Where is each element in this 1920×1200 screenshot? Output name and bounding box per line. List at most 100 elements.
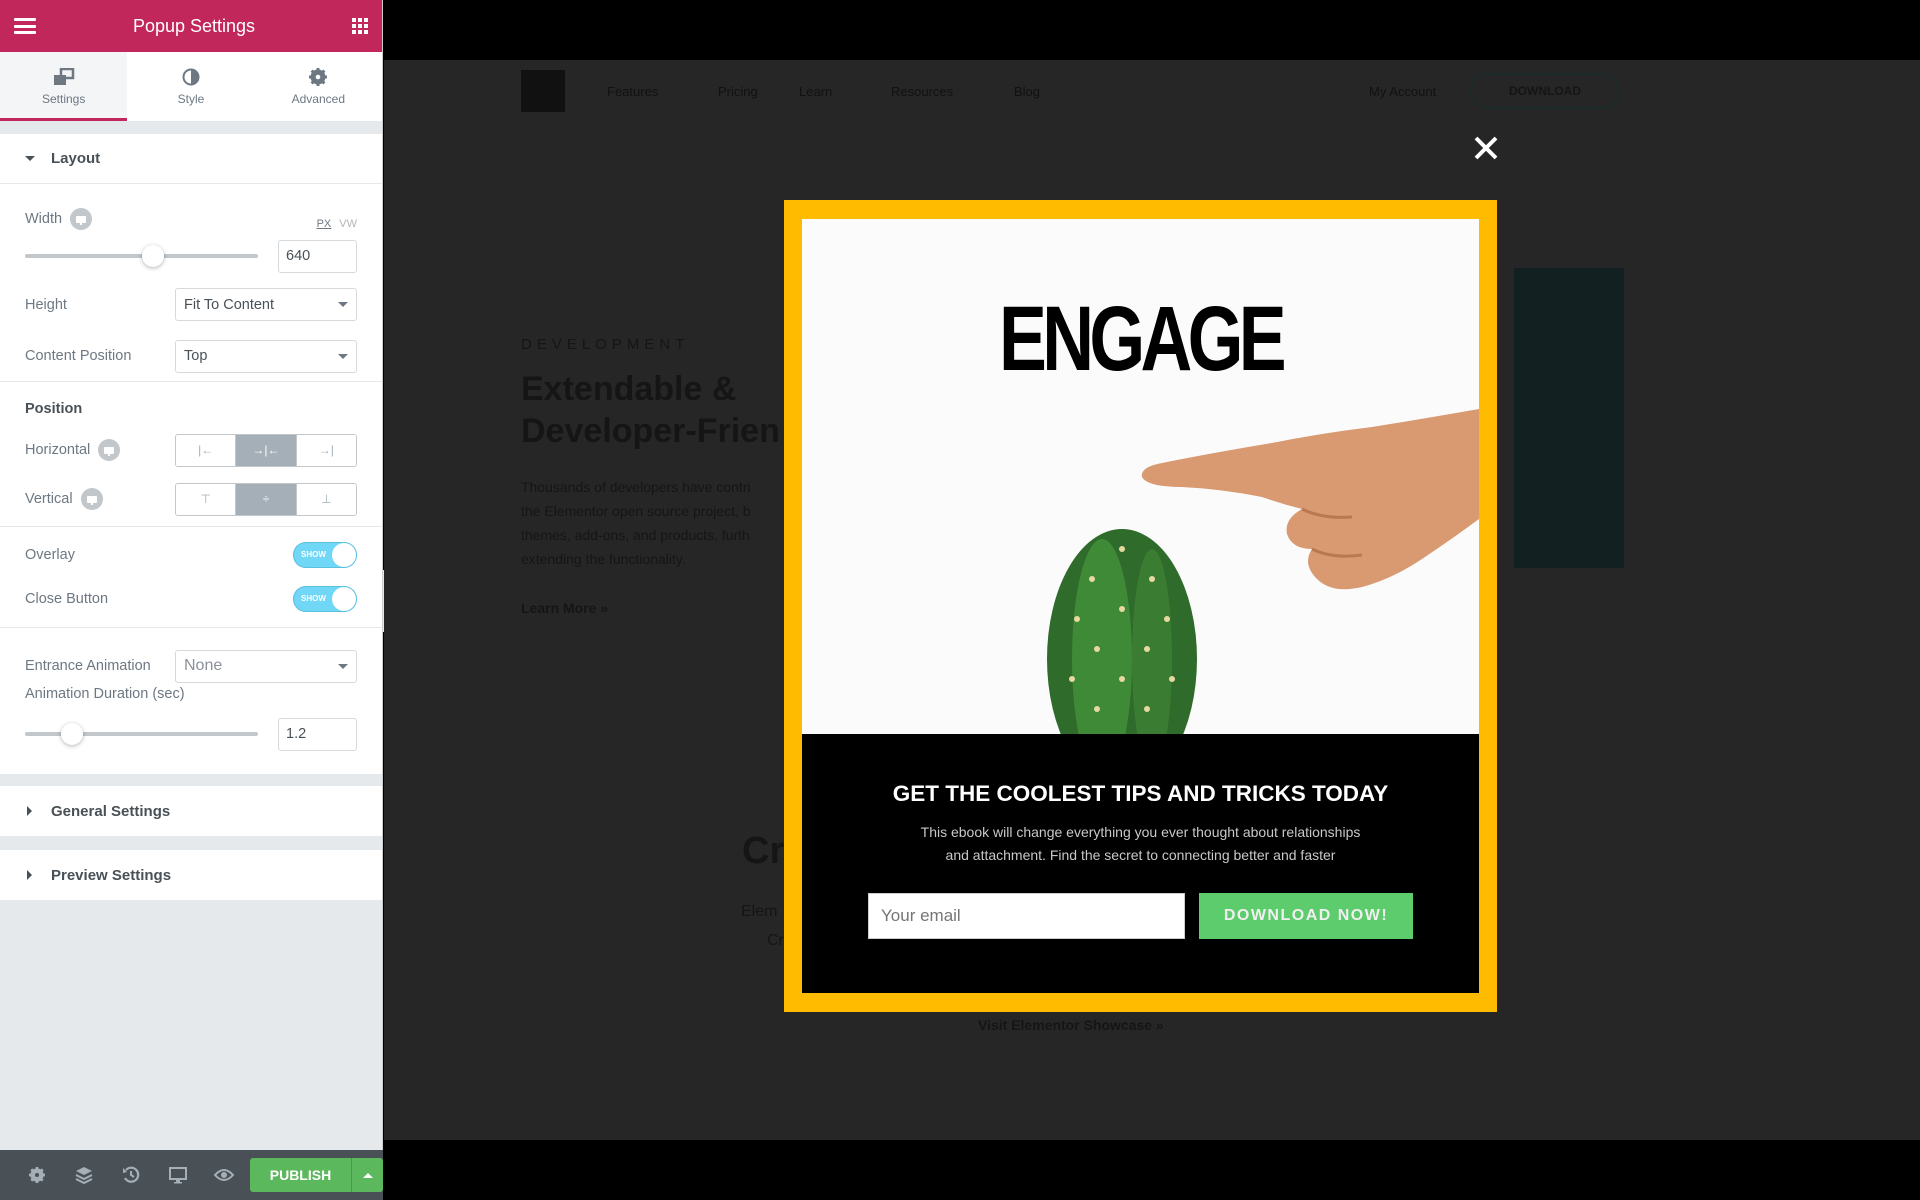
tab-advanced[interactable]: Advanced [255,52,382,121]
overlay-control: Overlay SHOW [0,531,382,579]
email-input[interactable] [868,893,1185,939]
nav-features[interactable]: Features [607,84,658,99]
body-line: the Elementor open source project, b [521,503,751,519]
animation-duration-slider-handle[interactable] [60,723,83,745]
height-control: Height Fit To Content [0,278,382,331]
general-settings-toggle[interactable]: General Settings [0,786,382,836]
history-button[interactable] [108,1166,155,1184]
eyebrow-text: DEVELOPMENT [521,336,690,353]
overlay-label: Overlay [25,547,75,563]
align-right-button[interactable]: →| [296,434,356,466]
unit-vw[interactable]: VW [339,218,357,230]
animation-duration-label: Animation Duration (sec) [25,686,185,702]
close-button-control: Close Button SHOW [0,579,382,619]
align-top-button[interactable]: ⊤ [176,483,237,515]
preview-settings-toggle[interactable]: Preview Settings [0,850,382,900]
section-text-1: Elem [741,903,778,920]
popup-content: ENGAGE GET THE COOLEST TIPS AND TRICKS T… [802,219,1479,993]
nav-blog[interactable]: Blog [1014,84,1040,99]
section-text-2: Cr [767,932,784,949]
learn-more-link[interactable]: Learn More » [521,600,608,616]
panel-tabs: Settings Style Advanced [0,52,382,122]
general-settings-heading: General Settings [51,802,171,820]
close-button-toggle-state: SHOW [301,594,326,603]
nav-my-account[interactable]: My Account [1369,84,1436,99]
entrance-animation-value: None [184,657,223,674]
popup-image: ENGAGE [802,219,1479,734]
panel-title: Popup Settings [132,15,256,36]
history-icon [122,1166,140,1183]
popup-body: GET THE COOLEST TIPS AND TRICKS TODAY Th… [802,734,1479,993]
publish-button[interactable]: PUBLISH [249,1158,352,1192]
panel-footer: PUBLISH [0,1150,384,1200]
publish-options-button[interactable] [351,1158,384,1192]
height-select[interactable]: Fit To Content [175,288,357,321]
close-button-toggle[interactable]: SHOW [293,586,357,612]
headline-line-1: Extendable & [521,370,737,408]
caret-up-icon [362,1172,373,1178]
width-input[interactable] [278,239,357,273]
download-now-button[interactable]: DOWNLOAD NOW! [1199,893,1413,939]
animation-duration-input[interactable] [278,717,357,751]
caret-right-icon [27,870,32,880]
layout-heading: Layout [51,150,101,167]
hamburger-menu-icon[interactable] [14,18,36,34]
headline-line-2: Developer-Frien [521,412,780,450]
settings-panel: Popup Settings Settings Style Advanced L… [0,0,384,1200]
section-heading: Cr [742,830,785,872]
tab-advanced-label: Advanced [291,91,345,106]
nav-resources[interactable]: Resources [891,84,953,99]
showcase-link[interactable]: Visit Elementor Showcase » [978,1017,1164,1033]
entrance-animation-select[interactable]: None [175,649,357,683]
popup-close-icon[interactable] [1466,128,1506,168]
widgets-grid-icon[interactable] [352,18,368,34]
popup-image-title: ENGAGE [999,288,1287,390]
panel-header: Popup Settings [0,0,382,52]
animation-duration-control: Animation Duration (sec) [0,686,382,774]
align-center-button[interactable]: →|← [236,434,297,466]
layout-section-toggle[interactable]: Layout [0,134,382,184]
body-line: Thousands of developers have contri [521,479,751,495]
content-position-control: Content Position Top [0,331,382,381]
responsive-mode-button[interactable] [154,1166,201,1184]
preview-settings-section: Preview Settings [0,850,382,900]
width-slider[interactable] [25,245,258,267]
unit-px[interactable]: PX [317,218,332,230]
animation-duration-slider[interactable] [25,723,258,745]
popup-description-line: This ebook will change everything you ev… [920,824,1361,840]
tab-style[interactable]: Style [127,52,254,121]
align-left-button[interactable]: |← [176,434,237,466]
popup: ENGAGE GET THE COOLEST TIPS AND TRICKS T… [784,200,1497,1012]
width-slider-handle[interactable] [142,245,165,267]
half-circle-icon [182,68,200,85]
nav-learn[interactable]: Learn [799,84,832,99]
vertical-choices: ⊤ ÷ ⊥ [175,482,357,516]
overlay-toggle[interactable]: SHOW [293,542,357,568]
preview-settings-heading: Preview Settings [51,866,172,884]
align-middle-button[interactable]: ÷ [236,483,297,515]
site-logo[interactable] [521,70,565,112]
nav-download-button[interactable]: DOWNLOAD [1470,73,1620,109]
horizontal-label: Horizontal [25,442,91,458]
caret-down-icon [25,156,35,161]
popup-description-line: and attachment. Find the secret to conne… [945,847,1336,863]
close-button-label: Close Button [25,591,109,607]
dropdown-arrow-icon [338,663,348,669]
responsive-desktop-icon[interactable] [70,208,93,230]
divider [0,526,382,527]
content-position-select[interactable]: Top [175,339,357,373]
tab-settings[interactable]: Settings [0,52,128,121]
responsive-desktop-icon[interactable] [98,439,121,461]
responsive-desktop-icon[interactable] [80,488,103,510]
nav-pricing[interactable]: Pricing [718,84,758,99]
width-label: Width [25,211,63,227]
navigator-button[interactable] [61,1166,108,1184]
align-bottom-button[interactable]: ⊥ [296,483,356,515]
content-position-label: Content Position [25,348,132,364]
popup-description: This ebook will change everything you ev… [802,821,1479,867]
dropdown-arrow-icon [338,353,348,359]
cactus-image [1047,529,1197,734]
preview-button[interactable] [201,1168,248,1182]
settings-gear-button[interactable] [14,1167,61,1183]
popup-heading: GET THE COOLEST TIPS AND TRICKS TODAY [892,781,1389,806]
